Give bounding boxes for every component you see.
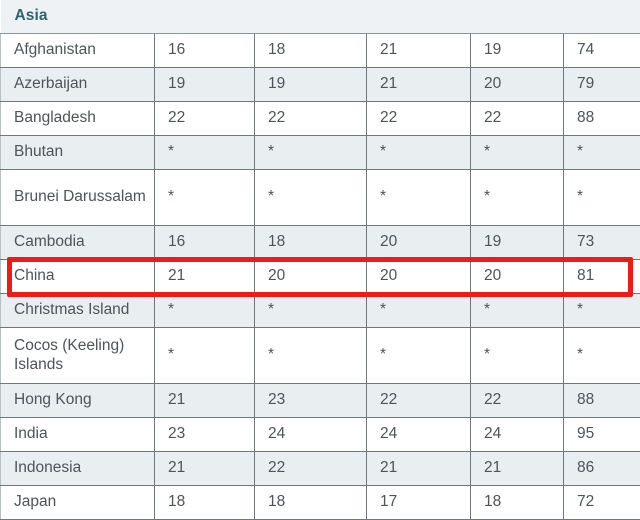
value-cell-3: 22 <box>367 384 471 418</box>
value-cell-5: * <box>564 294 640 328</box>
value-cell-4: 21 <box>471 452 564 486</box>
value-cell-1: 16 <box>155 34 255 68</box>
value-cell-1: 19 <box>155 68 255 102</box>
value-cell-1: * <box>155 136 255 170</box>
data-table-container: Asia Afghanistan1618211974Azerbaijan1919… <box>0 0 640 516</box>
value-cell-2: * <box>255 294 367 328</box>
value-cell-4: 19 <box>471 34 564 68</box>
table-row: Bhutan***** <box>1 136 640 170</box>
value-cell-1: 22 <box>155 102 255 136</box>
table-row: Afghanistan1618211974 <box>1 34 640 68</box>
value-cell-5: 74 <box>564 34 640 68</box>
value-cell-3: 21 <box>367 34 471 68</box>
value-cell-4: 18 <box>471 486 564 520</box>
value-cell-2: 20 <box>255 260 367 294</box>
country-name-cell: Brunei Darussalam <box>1 170 155 226</box>
value-cell-1: 23 <box>155 418 255 452</box>
value-cell-5: 86 <box>564 452 640 486</box>
value-cell-2: 18 <box>255 34 367 68</box>
country-name-cell: Cambodia <box>1 226 155 260</box>
value-cell-5: 95 <box>564 418 640 452</box>
section-header-row: Asia <box>1 0 640 34</box>
value-cell-4: 22 <box>471 384 564 418</box>
value-cell-5: 73 <box>564 226 640 260</box>
value-cell-1: 21 <box>155 384 255 418</box>
value-cell-2: 22 <box>255 102 367 136</box>
value-cell-3: 20 <box>367 260 471 294</box>
country-name-cell: Cocos (Keeling) Islands <box>1 328 155 384</box>
value-cell-2: * <box>255 136 367 170</box>
value-cell-5: 81 <box>564 260 640 294</box>
country-name-cell: Japan <box>1 486 155 520</box>
table-row: Cambodia1618201973 <box>1 226 640 260</box>
value-cell-4: 19 <box>471 226 564 260</box>
value-cell-5: 79 <box>564 68 640 102</box>
value-cell-2: 18 <box>255 486 367 520</box>
value-cell-1: * <box>155 294 255 328</box>
value-cell-4: * <box>471 328 564 384</box>
value-cell-3: 22 <box>367 102 471 136</box>
value-cell-3: 21 <box>367 452 471 486</box>
country-name-cell: Bangladesh <box>1 102 155 136</box>
country-statistics-table: Asia Afghanistan1618211974Azerbaijan1919… <box>0 0 640 520</box>
value-cell-3: 20 <box>367 226 471 260</box>
value-cell-1: 21 <box>155 260 255 294</box>
value-cell-2: 24 <box>255 418 367 452</box>
value-cell-4: 20 <box>471 68 564 102</box>
value-cell-3: * <box>367 136 471 170</box>
value-cell-1: 18 <box>155 486 255 520</box>
table-row: India2324242495 <box>1 418 640 452</box>
country-name-cell: Bhutan <box>1 136 155 170</box>
value-cell-2: 19 <box>255 68 367 102</box>
value-cell-1: * <box>155 170 255 226</box>
value-cell-5: 88 <box>564 102 640 136</box>
value-cell-4: 22 <box>471 102 564 136</box>
table-row: Bangladesh2222222288 <box>1 102 640 136</box>
value-cell-4: * <box>471 136 564 170</box>
country-name-cell: Indonesia <box>1 452 155 486</box>
country-name-cell: Afghanistan <box>1 34 155 68</box>
table-row: Cocos (Keeling) Islands***** <box>1 328 640 384</box>
section-header-cell: Asia <box>1 0 640 34</box>
country-name-cell: Christmas Island <box>1 294 155 328</box>
value-cell-5: * <box>564 170 640 226</box>
value-cell-1: 21 <box>155 452 255 486</box>
value-cell-4: 24 <box>471 418 564 452</box>
table-row: Indonesia2122212186 <box>1 452 640 486</box>
table-row: China2120202081 <box>1 260 640 294</box>
value-cell-5: 72 <box>564 486 640 520</box>
country-name-cell: India <box>1 418 155 452</box>
value-cell-3: * <box>367 328 471 384</box>
table-row: Brunei Darussalam***** <box>1 170 640 226</box>
country-name-cell: Hong Kong <box>1 384 155 418</box>
value-cell-2: 23 <box>255 384 367 418</box>
value-cell-2: * <box>255 170 367 226</box>
value-cell-3: 24 <box>367 418 471 452</box>
value-cell-2: 18 <box>255 226 367 260</box>
table-row: Hong Kong2123222288 <box>1 384 640 418</box>
table-row: Christmas Island***** <box>1 294 640 328</box>
value-cell-3: * <box>367 294 471 328</box>
table-row: Japan1818171872 <box>1 486 640 520</box>
country-name-cell: Azerbaijan <box>1 68 155 102</box>
value-cell-2: 22 <box>255 452 367 486</box>
value-cell-5: * <box>564 328 640 384</box>
value-cell-3: * <box>367 170 471 226</box>
value-cell-5: 88 <box>564 384 640 418</box>
value-cell-4: * <box>471 294 564 328</box>
value-cell-3: 17 <box>367 486 471 520</box>
value-cell-3: 21 <box>367 68 471 102</box>
value-cell-1: * <box>155 328 255 384</box>
section-title: Asia <box>15 6 640 26</box>
value-cell-1: 16 <box>155 226 255 260</box>
country-name-cell: China <box>1 260 155 294</box>
value-cell-4: * <box>471 170 564 226</box>
value-cell-2: * <box>255 328 367 384</box>
value-cell-4: 20 <box>471 260 564 294</box>
table-row: Azerbaijan1919212079 <box>1 68 640 102</box>
value-cell-5: * <box>564 136 640 170</box>
